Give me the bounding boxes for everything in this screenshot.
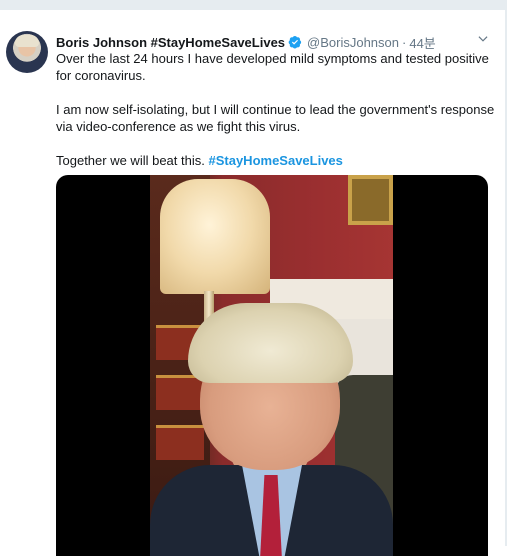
lampshade — [160, 179, 270, 294]
verified-badge-icon — [288, 36, 302, 49]
author-handle[interactable]: @BorisJohnson — [307, 35, 399, 50]
tweet-closing-text: Together we will beat this. — [56, 153, 205, 168]
chevron-down-icon[interactable] — [476, 32, 490, 46]
tweet-paragraph-2: I am now self-isolating, but I will cont… — [56, 102, 495, 134]
wall-painting — [348, 175, 393, 225]
top-divider — [0, 0, 507, 10]
meta-separator: · — [402, 34, 407, 50]
tweet-header: Boris Johnson #StayHomeSaveLives @BorisJ… — [56, 33, 436, 51]
video-frame — [150, 175, 393, 556]
hair — [188, 303, 353, 383]
tweet-card[interactable]: Boris Johnson #StayHomeSaveLives @BorisJ… — [0, 10, 507, 556]
tweet-paragraph-3: Together we will beat this. #StayHomeSav… — [56, 152, 496, 169]
video-player[interactable] — [56, 175, 488, 556]
avatar[interactable] — [6, 31, 48, 73]
tweet-timestamp[interactable]: 44분 — [409, 33, 435, 52]
tweet-text: Over the last 24 hours I have developed … — [56, 50, 496, 186]
hashtag-link[interactable]: #StayHomeSaveLives — [208, 153, 342, 168]
tweet-paragraph-1: Over the last 24 hours I have developed … — [56, 51, 489, 83]
author-name[interactable]: Boris Johnson #StayHomeSaveLives — [56, 35, 285, 50]
